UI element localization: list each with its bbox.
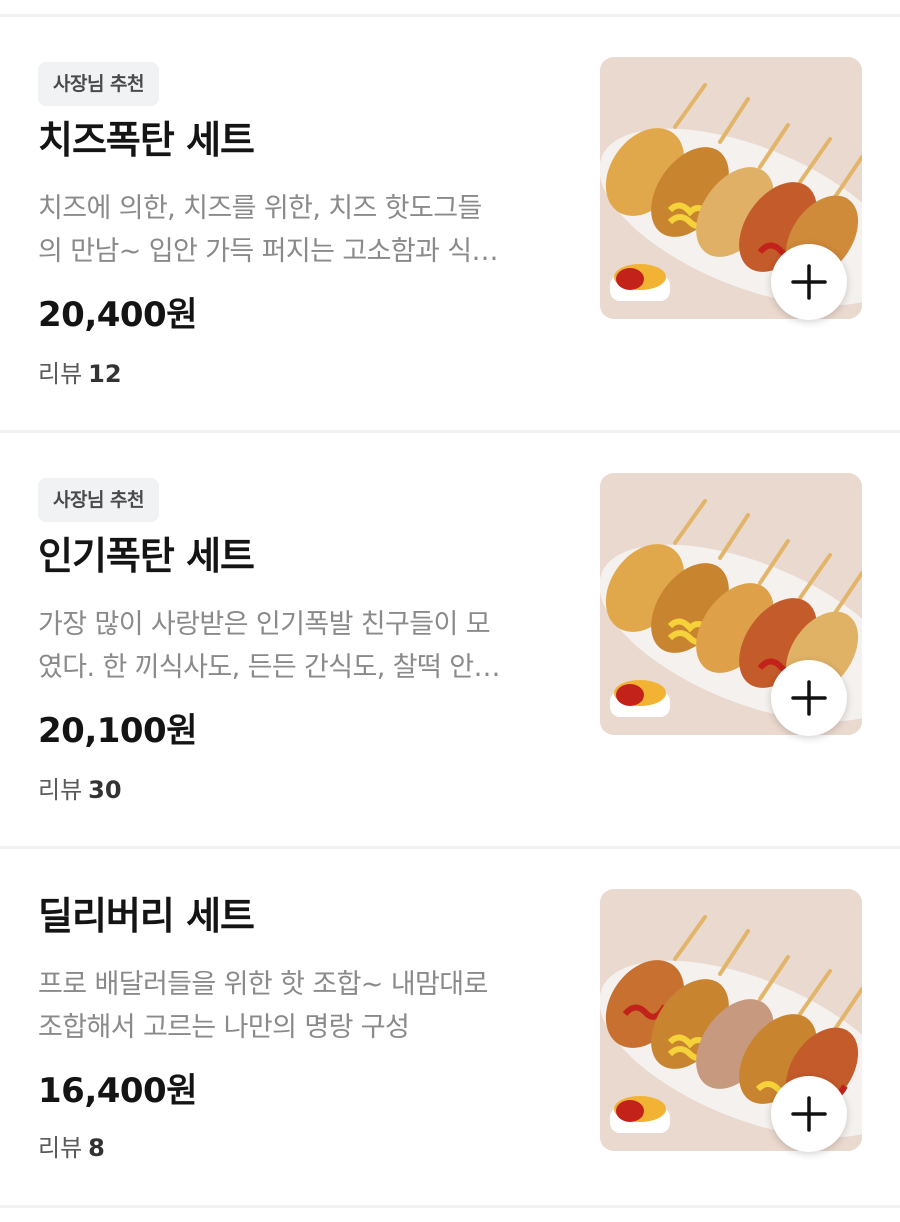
add-to-cart-button[interactable]	[771, 1076, 847, 1152]
review-number: 30	[88, 776, 122, 804]
review-count: 리뷰 30	[38, 773, 122, 807]
description-line: 가장 많이 사랑받은 인기폭발 친구들이 모	[38, 609, 491, 640]
review-number: 12	[88, 360, 122, 388]
menu-item-description: 치즈에 의한, 치즈를 위한, 치즈 핫도그들 의 만남~ 입안 가득 퍼지는 …	[38, 187, 568, 273]
menu-item-description: 프로 배달러들을 위한 핫 조합~ 내맘대로 조합해서 고르는 나만의 명랑 구…	[38, 963, 568, 1049]
menu-item-description: 가장 많이 사랑받은 인기폭발 친구들이 모 였다. 한 끼식사도, 든든 간식…	[38, 603, 568, 689]
menu-item-price: 16,400원	[38, 1071, 197, 1111]
owner-recommend-badge: 사장님 추천	[38, 62, 160, 106]
menu-item[interactable]: 딜리버리 세트 프로 배달러들을 위한 핫 조합~ 내맘대로 조합해서 고르는 …	[0, 849, 900, 1205]
menu-item-name: 딜리버리 세트	[38, 894, 255, 938]
description-line: 조합해서 고르는 나만의 명랑 구성	[38, 1012, 410, 1043]
description-line: 치즈에 의한, 치즈를 위한, 치즈 핫도그들	[38, 193, 482, 224]
review-label: 리뷰	[38, 776, 83, 804]
menu-item-name: 인기폭탄 세트	[38, 534, 255, 578]
description-line: 였다. 한 끼식사도, 든든 간식도, 찰떡 안…	[38, 652, 500, 683]
menu-item[interactable]: 사장님 추천 치즈폭탄 세트 치즈에 의한, 치즈를 위한, 치즈 핫도그들 의…	[0, 17, 900, 430]
review-number: 8	[88, 1134, 105, 1162]
review-count: 리뷰 8	[38, 1131, 105, 1165]
description-line: 의 만남~ 입안 가득 퍼지는 고소함과 식…	[38, 236, 499, 267]
review-label: 리뷰	[38, 360, 83, 388]
review-label: 리뷰	[38, 1134, 83, 1162]
menu-item-price: 20,100원	[38, 711, 197, 751]
owner-recommend-badge: 사장님 추천	[38, 478, 160, 522]
menu-item[interactable]: 사장님 추천 인기폭탄 세트 가장 많이 사랑받은 인기폭발 친구들이 모 였다…	[0, 433, 900, 846]
menu-item-price: 20,400원	[38, 295, 197, 335]
plus-icon	[791, 264, 827, 300]
plus-icon	[791, 1096, 827, 1132]
plus-icon	[791, 680, 827, 716]
description-line: 프로 배달러들을 위한 핫 조합~ 내맘대로	[38, 969, 488, 1000]
menu-item-name: 치즈폭탄 세트	[38, 118, 255, 162]
add-to-cart-button[interactable]	[771, 244, 847, 320]
add-to-cart-button[interactable]	[771, 660, 847, 736]
review-count: 리뷰 12	[38, 357, 122, 391]
